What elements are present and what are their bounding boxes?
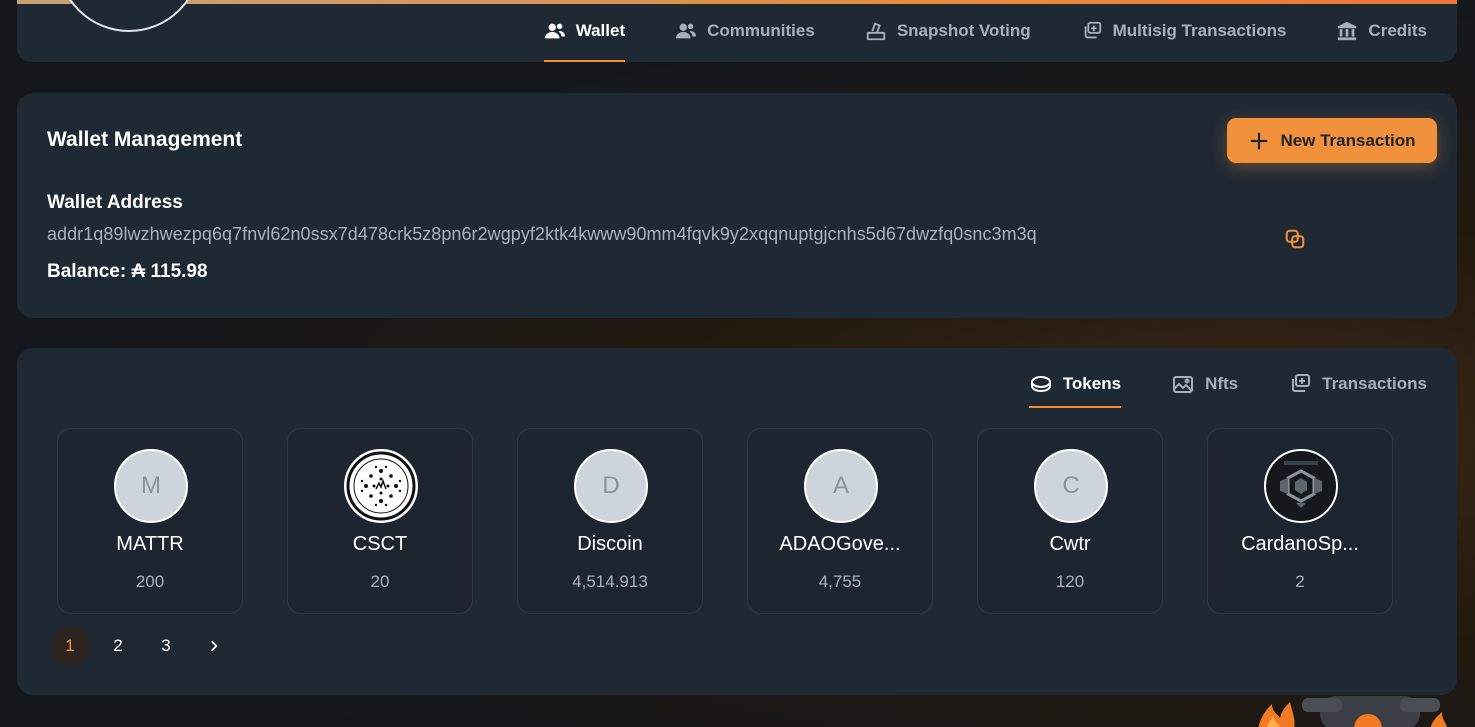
token-grid: M MATTR 200 CSCT 20 D Discoin 4,514.913 … <box>57 428 1393 614</box>
page-button-2[interactable]: 2 <box>98 626 138 666</box>
app-logo[interactable] <box>57 0 201 32</box>
token-avatar: A <box>804 449 878 523</box>
page-button-3[interactable]: 3 <box>146 626 186 666</box>
page-title: Wallet Management <box>47 128 243 151</box>
next-page-button[interactable] <box>194 626 234 666</box>
token-amount: 2 <box>1295 572 1305 591</box>
token-card[interactable]: A ADAOGove... 4,755 <box>747 428 933 614</box>
token-avatar: M <box>114 449 188 523</box>
tab-wallet[interactable]: Wallet <box>543 0 626 62</box>
token-name: Discoin <box>577 533 643 555</box>
token-card[interactable]: C Cwtr 120 <box>977 428 1163 614</box>
chevron-right-icon <box>211 641 218 651</box>
wallet-address-label: Wallet Address <box>47 192 183 213</box>
tab-communities[interactable]: Communities <box>675 0 815 62</box>
multisig-icon <box>1084 21 1101 39</box>
token-amount: 4,514.913 <box>572 572 648 591</box>
users-icon <box>676 23 697 39</box>
coin-icon <box>1030 376 1051 393</box>
tab-nfts[interactable]: Nfts <box>1171 360 1238 408</box>
bank-icon <box>1338 21 1357 41</box>
token-amount: 200 <box>135 572 165 591</box>
new-transaction-label: New Transaction <box>1280 130 1416 150</box>
main-tabs: Wallet Communities Snapshot Voting Multi… <box>543 0 1427 62</box>
token-logo <box>1264 449 1338 523</box>
asset-tabs: Tokens Nfts Transactions <box>1028 360 1427 408</box>
tab-label: Nfts <box>1205 374 1239 393</box>
token-name: MATTR <box>116 533 184 555</box>
tab-snapshot-voting[interactable]: Snapshot Voting <box>865 0 1031 62</box>
copy-icon[interactable] <box>1284 228 1306 250</box>
token-name: ADAOGove... <box>779 533 901 555</box>
token-logo <box>344 449 418 523</box>
token-card[interactable]: CSCT 20 <box>287 428 473 614</box>
tab-credits[interactable]: Credits <box>1336 0 1427 62</box>
token-amount: 120 <box>1055 572 1085 591</box>
plus-icon <box>1251 132 1268 149</box>
pagination: 1 2 3 <box>50 626 234 666</box>
token-name: Cwtr <box>1049 533 1091 555</box>
token-amount: 20 <box>370 572 390 591</box>
tab-label: Transactions <box>1322 374 1427 393</box>
tab-transactions[interactable]: Transactions <box>1288 360 1427 408</box>
tab-tokens[interactable]: Tokens <box>1028 360 1122 408</box>
assets-card: Tokens Nfts Transactions M MATTR 200 CSC… <box>17 348 1457 695</box>
token-avatar: D <box>574 449 648 523</box>
token-avatar: C <box>1034 449 1108 523</box>
tab-label: Tokens <box>1062 374 1122 393</box>
wallet-management-card: Wallet Management New Transaction Wallet… <box>17 93 1457 318</box>
tab-label: Credits <box>1368 21 1427 40</box>
token-card[interactable]: M MATTR 200 <box>57 428 243 614</box>
tab-label: Communities <box>707 21 815 40</box>
csct-logo-icon <box>346 451 416 521</box>
tab-multisig-transactions[interactable]: Multisig Transactions <box>1081 0 1287 62</box>
image-icon <box>1173 376 1194 393</box>
token-name: CSCT <box>352 533 408 555</box>
users-icon <box>544 23 565 39</box>
tab-label: Snapshot Voting <box>896 21 1031 40</box>
new-transaction-button[interactable]: New Transaction <box>1227 118 1437 163</box>
token-name: CardanoSp... <box>1241 533 1359 555</box>
wallet-address-value: addr1q89lwzhwezpq6q7fnvl62n0ssx7d478crk5… <box>47 224 1037 244</box>
mascot-icon <box>1258 696 1448 727</box>
ballot-box-icon <box>866 22 885 41</box>
token-amount: 4,755 <box>818 572 862 591</box>
cardano-spot-logo-icon <box>1268 453 1334 519</box>
balance-text: Balance: ₳ 115.98 <box>47 261 208 282</box>
token-card[interactable]: D Discoin 4,514.913 <box>517 428 703 614</box>
page-button-1[interactable]: 1 <box>50 626 90 666</box>
tab-label: Multisig Transactions <box>1112 21 1287 40</box>
token-card[interactable]: CardanoSp... 2 <box>1207 428 1393 614</box>
top-nav: Wallet Communities Snapshot Voting Multi… <box>17 0 1457 62</box>
transactions-icon <box>1292 374 1311 392</box>
tab-label: Wallet <box>575 21 626 40</box>
